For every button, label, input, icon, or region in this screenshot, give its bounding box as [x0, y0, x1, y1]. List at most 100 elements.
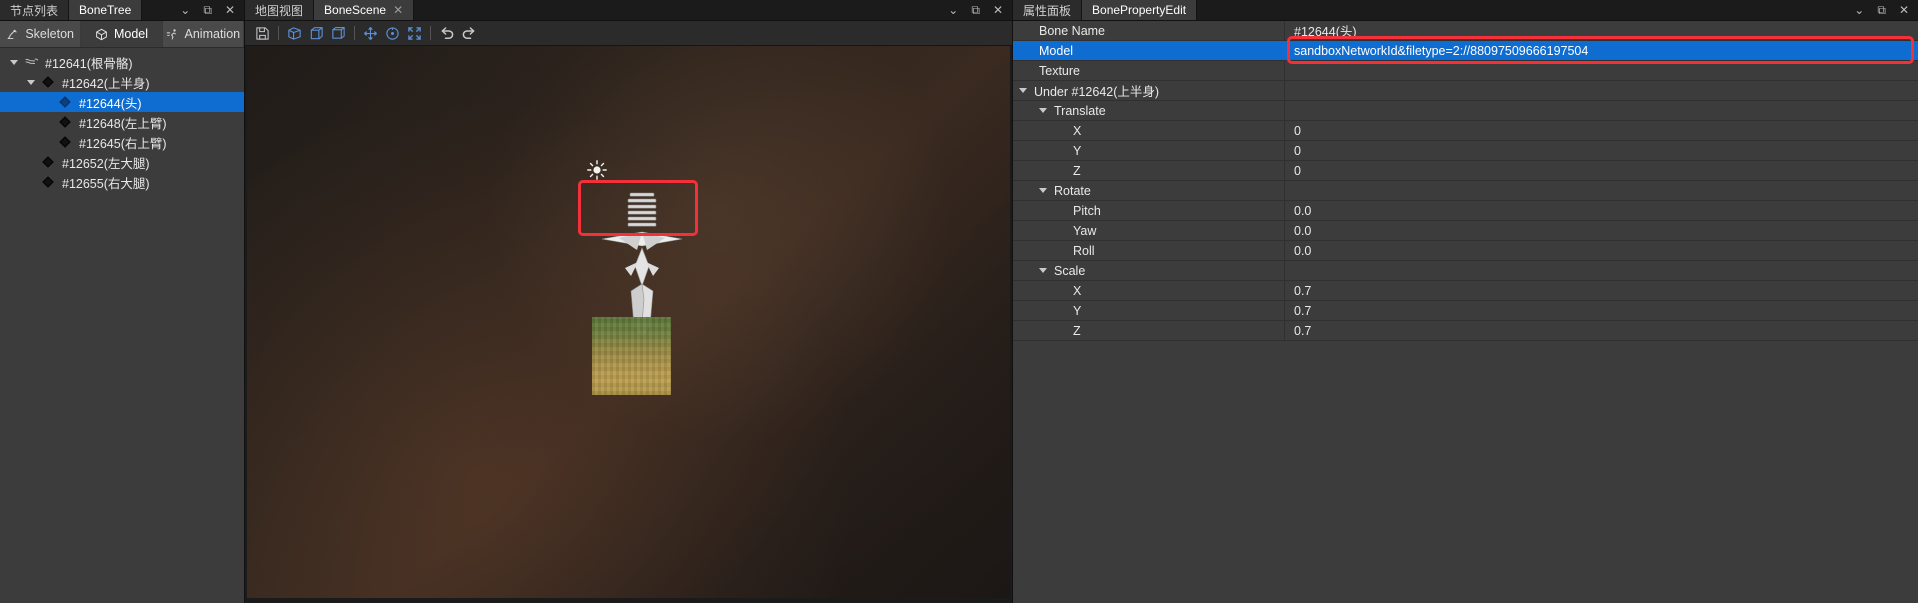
- property-row[interactable]: Scale: [1013, 261, 1918, 281]
- tree-item-12648左上臂[interactable]: #12648(左上臂): [0, 112, 244, 132]
- property-value-cell[interactable]: 0.0: [1285, 221, 1918, 240]
- property-name-cell: Roll: [1013, 241, 1285, 260]
- tab-animation[interactable]: Animation: [162, 21, 244, 47]
- tab-node-list[interactable]: 节点列表: [0, 0, 70, 20]
- center-dock-tabbar: 地图视图 BoneScene ✕ ⌄ ⧉ ✕: [245, 0, 1012, 21]
- property-value-label: 0.7: [1294, 303, 1312, 318]
- tab-map-view[interactable]: 地图视图: [245, 0, 315, 20]
- expand-caret-icon[interactable]: [6, 59, 22, 65]
- property-row[interactable]: Rotate: [1013, 181, 1918, 201]
- skeleton-icon: [6, 28, 19, 41]
- property-row[interactable]: Z 0.7: [1013, 321, 1918, 341]
- tree-item-12645右上臂[interactable]: #12645(右上臂): [0, 132, 244, 152]
- property-value-cell[interactable]: 0: [1285, 121, 1918, 140]
- property-row[interactable]: Roll 0.0: [1013, 241, 1918, 261]
- float-panel-icon[interactable]: ⧉: [1877, 4, 1886, 16]
- redo-button[interactable]: [459, 24, 478, 43]
- save-button[interactable]: [253, 24, 272, 43]
- tree-item-12642上半身[interactable]: #12642(上半身): [0, 72, 244, 92]
- tab-bone-property-edit[interactable]: BonePropertyEdit: [1082, 0, 1198, 20]
- tree-item-12652左大腿[interactable]: #12652(左大腿): [0, 152, 244, 172]
- close-icon[interactable]: ✕: [993, 4, 1003, 16]
- tree-item-12641根骨骼[interactable]: #12641(根骨骼): [0, 52, 244, 72]
- tree-item-12655右大腿[interactable]: #12655(右大腿): [0, 172, 244, 192]
- tree-item-label: #12652(左大腿): [62, 156, 150, 171]
- view-side-button[interactable]: [307, 24, 326, 43]
- scale-tool-button[interactable]: [405, 24, 424, 43]
- left-tabbar-spacer: [142, 0, 172, 20]
- expand-caret-icon[interactable]: [1039, 188, 1047, 193]
- tab-skeleton[interactable]: Skeleton: [0, 21, 82, 47]
- property-value-cell[interactable]: 0.0: [1285, 241, 1918, 260]
- property-value-cell[interactable]: [1285, 261, 1918, 280]
- property-row[interactable]: Yaw 0.0: [1013, 221, 1918, 241]
- float-panel-icon[interactable]: ⧉: [971, 4, 980, 16]
- property-row[interactable]: Z0: [1013, 161, 1918, 181]
- property-row[interactable]: X 0.7: [1013, 281, 1918, 301]
- run-icon: [166, 28, 179, 41]
- property-value-cell[interactable]: [1285, 181, 1918, 200]
- chevron-down-icon[interactable]: ⌄: [1854, 4, 1864, 16]
- property-value-cell[interactable]: 0: [1285, 161, 1918, 180]
- property-row[interactable]: Translate: [1013, 101, 1918, 121]
- property-name-label: Rotate: [1054, 183, 1091, 198]
- property-table-empty-area: [1013, 341, 1918, 603]
- property-name-cell: Yaw: [1013, 221, 1285, 240]
- float-panel-icon[interactable]: ⧉: [203, 4, 212, 16]
- property-value-cell[interactable]: [1285, 101, 1918, 120]
- property-name-cell: Y: [1013, 301, 1285, 320]
- 3d-viewport[interactable]: [247, 46, 1010, 598]
- cube-icon: [95, 28, 108, 41]
- expand-caret-icon[interactable]: [1039, 268, 1047, 273]
- property-name-label: Scale: [1054, 263, 1086, 278]
- rotate-tool-button[interactable]: [383, 24, 402, 43]
- center-tabbar-spacer: [414, 0, 940, 20]
- diamond-icon: [56, 96, 74, 108]
- close-icon[interactable]: ✕: [225, 4, 235, 16]
- tab-bone-scene[interactable]: BoneScene ✕: [314, 0, 415, 20]
- expand-caret-icon[interactable]: [1019, 88, 1027, 93]
- undo-button[interactable]: [437, 24, 456, 43]
- property-row[interactable]: Model sandboxNetworkId&filetype=2://88097…: [1013, 36, 1918, 64]
- property-value-cell[interactable]: 0.7: [1285, 321, 1918, 340]
- property-value-cell[interactable]: #12644(头): [1285, 21, 1918, 40]
- property-row[interactable]: Texture: [1013, 61, 1918, 81]
- close-icon[interactable]: ✕: [1899, 4, 1909, 16]
- chevron-down-icon[interactable]: ⌄: [948, 4, 958, 16]
- tab-bone-tree[interactable]: BoneTree: [69, 0, 143, 20]
- property-row[interactable]: X0: [1013, 121, 1918, 141]
- tab-model[interactable]: Model: [81, 21, 163, 47]
- move-tool-button[interactable]: [361, 24, 380, 43]
- left-dock-tabbar: 节点列表 BoneTree ⌄ ⧉ ✕: [0, 0, 244, 21]
- tab-label: 节点列表: [10, 3, 59, 18]
- property-value-cell[interactable]: [1285, 81, 1918, 100]
- view-persp-button[interactable]: [329, 24, 348, 43]
- tree-item-12644头[interactable]: #12644(头): [0, 92, 244, 112]
- property-value-cell[interactable]: [1285, 61, 1918, 80]
- expand-caret-icon[interactable]: [23, 79, 39, 85]
- view-front-button[interactable]: [285, 24, 304, 43]
- property-row[interactable]: Bone Name #12644(头): [1013, 21, 1918, 41]
- property-row[interactable]: Y0: [1013, 141, 1918, 161]
- property-name-label: Z: [1073, 323, 1081, 338]
- property-value-cell[interactable]: 0.7: [1285, 281, 1918, 300]
- property-row[interactable]: Pitch 0.0: [1013, 201, 1918, 221]
- property-value-cell[interactable]: 0.0: [1285, 201, 1918, 220]
- property-value-cell[interactable]: 0.7: [1285, 301, 1918, 320]
- property-row[interactable]: Under #12642(上半身): [1013, 81, 1918, 101]
- property-name-label: Texture: [1039, 63, 1080, 78]
- property-row[interactable]: Y 0.7: [1013, 301, 1918, 321]
- scene-view-panel: 地图视图 BoneScene ✕ ⌄ ⧉ ✕: [245, 0, 1013, 603]
- property-value-cell[interactable]: 0: [1285, 141, 1918, 160]
- expand-caret-icon[interactable]: [1039, 108, 1047, 113]
- chevron-down-icon[interactable]: ⌄: [180, 4, 190, 16]
- property-name-label: Y: [1073, 143, 1082, 158]
- tree-item-label: #12642(上半身): [62, 76, 150, 91]
- tab-property-panel[interactable]: 属性面板: [1013, 0, 1083, 20]
- tab-close-icon[interactable]: ✕: [393, 3, 403, 17]
- property-value-cell[interactable]: sandboxNetworkId&filetype=2://8809750966…: [1285, 36, 1918, 64]
- property-name-label: Roll: [1073, 243, 1095, 258]
- property-value-label: sandboxNetworkId&filetype=2://8809750966…: [1294, 43, 1589, 58]
- viewport-scene: [247, 46, 1010, 598]
- diamond-icon: [39, 176, 57, 188]
